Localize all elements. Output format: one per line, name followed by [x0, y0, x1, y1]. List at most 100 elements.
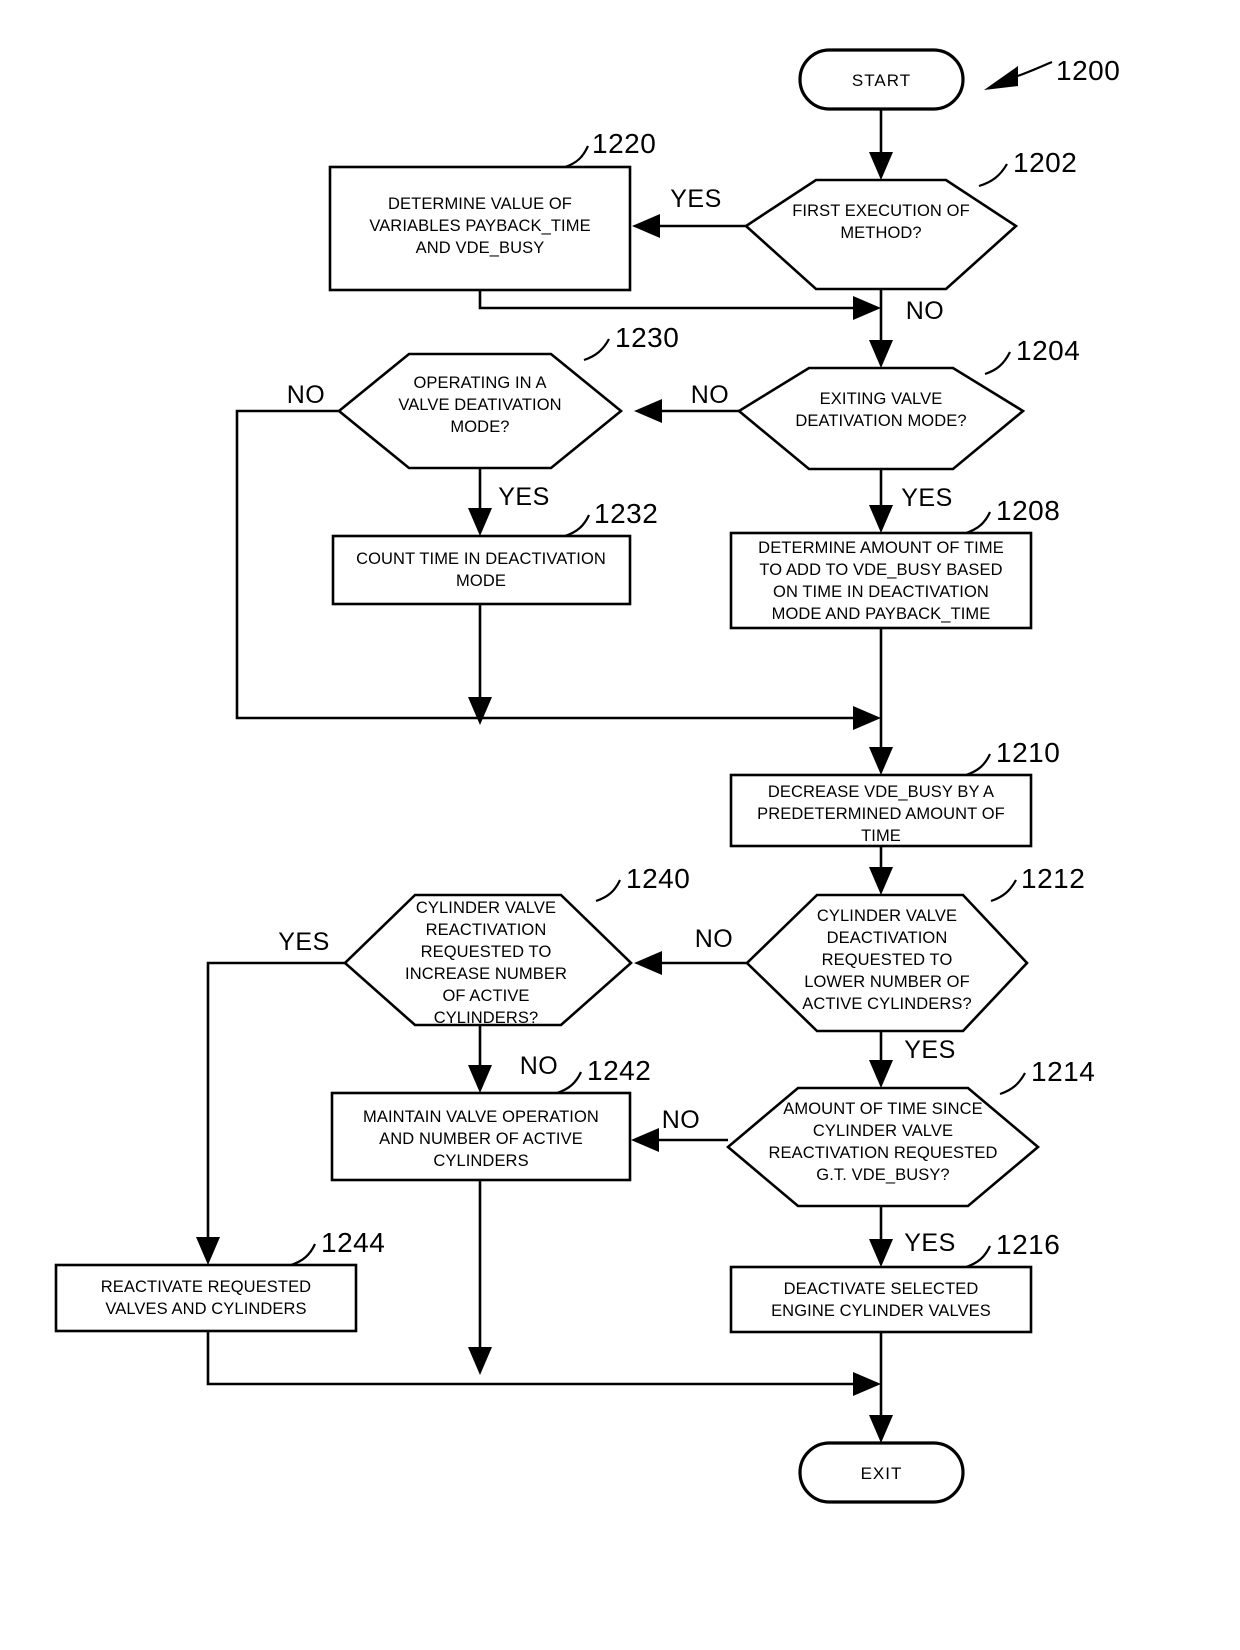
arrowhead-1230-yes	[468, 508, 492, 536]
arrowhead-1244-to-trunk	[853, 1372, 881, 1396]
node-1212-line-1: DEACTIVATION	[827, 929, 948, 947]
arrowhead-1210-to-1212	[869, 867, 893, 895]
arrowhead-1240-yes	[196, 1237, 220, 1265]
node-1244-line-1: VALVES AND CYLINDERS	[105, 1300, 306, 1318]
node-1204-line-0: EXITING VALVE	[820, 390, 943, 408]
branch-label-1240-yes: YES	[278, 928, 330, 956]
node-1220-line-0: DETERMINE VALUE OF	[388, 195, 572, 213]
ref-label-1230: 1230	[615, 322, 679, 353]
terminal-start-label: START	[852, 71, 911, 90]
node-1216-line-1: ENGINE CYLINDER VALVES	[771, 1302, 991, 1320]
arrowhead-1208-to-1210	[869, 747, 893, 775]
node-1220-line-1: VARIABLES PAYBACK_TIME	[369, 217, 590, 235]
node-1216-line-0: DEACTIVATE SELECTED	[784, 1280, 979, 1298]
arrowhead-1230-no-trunk	[853, 706, 881, 730]
node-1232-line-0: COUNT TIME IN DEACTIVATION	[356, 550, 606, 568]
node-1214-line-2: REACTIVATION REQUESTED	[769, 1144, 998, 1162]
leader-1232	[564, 514, 591, 538]
leader-1210	[965, 753, 992, 777]
arrowhead-1216-to-exit	[869, 1415, 893, 1443]
node-1202-line-0: FIRST EXECUTION OF	[792, 202, 970, 220]
node-1214-line-0: AMOUNT OF TIME SINCE	[783, 1100, 982, 1118]
branch-label-1212-no: NO	[695, 925, 734, 953]
node-1212-line-3: LOWER NUMBER OF	[804, 973, 970, 991]
leader-1230	[583, 338, 610, 362]
node-1240-line-4: OF ACTIVE	[442, 987, 529, 1005]
leader-1202	[978, 163, 1008, 188]
branch-label-1230-yes: YES	[498, 483, 550, 511]
arrowhead-1220-to-trunk	[853, 296, 881, 320]
connector-1220-to-trunk	[478, 290, 866, 310]
node-1212-line-0: CYLINDER VALVE	[817, 907, 957, 925]
node-1232-shape	[331, 534, 632, 606]
arrowhead-1214-no	[631, 1128, 659, 1152]
node-1204-line-1: DEATIVATION MODE?	[795, 412, 966, 430]
leader-1208	[965, 511, 992, 535]
leader-1212	[990, 879, 1017, 903]
node-1214-line-3: G.T. VDE_BUSY?	[816, 1166, 949, 1184]
branch-label-1204-no: NO	[691, 381, 730, 409]
node-1214-line-1: CYLINDER VALVE	[813, 1122, 953, 1140]
arrowhead-1240-no	[468, 1065, 492, 1093]
node-1244-shape	[54, 1263, 358, 1333]
node-1208-line-3: MODE AND PAYBACK_TIME	[772, 605, 991, 623]
branch-label-1230-no: NO	[287, 381, 326, 409]
ref-label-1212: 1212	[1021, 863, 1085, 894]
arrowhead-1202-yes	[632, 214, 660, 238]
node-1230-line-0: OPERATING IN A	[413, 374, 546, 392]
ref-label-1202: 1202	[1013, 147, 1077, 178]
node-1240-line-1: REACTIVATION	[426, 921, 547, 939]
branch-label-1202-yes: YES	[670, 185, 722, 213]
branch-label-1204-yes: YES	[901, 484, 953, 512]
ref-label-1204: 1204	[1016, 335, 1080, 366]
node-1210-line-0: DECREASE VDE_BUSY BY A	[768, 783, 994, 801]
arrowhead-1214-yes	[869, 1239, 893, 1267]
node-1242-line-0: MAINTAIN VALVE OPERATION	[363, 1108, 599, 1126]
connector-1244-to-trunk	[206, 1331, 866, 1386]
node-1240-line-2: REQUESTED TO	[421, 943, 552, 961]
leader-1240	[595, 879, 622, 903]
arrowhead-1212-no	[634, 951, 662, 975]
node-1210-line-1: PREDETERMINED AMOUNT OF	[757, 805, 1005, 823]
branch-label-1214-no: NO	[662, 1106, 701, 1134]
arrowhead-1212-yes	[869, 1060, 893, 1088]
arrowhead-1204-yes	[869, 505, 893, 533]
leader-1214	[999, 1072, 1026, 1096]
leader-1204	[984, 351, 1011, 376]
node-1216-shape	[729, 1265, 1033, 1334]
leader-1242	[556, 1071, 583, 1095]
ref-label-1232: 1232	[594, 498, 658, 529]
ref-label-1220: 1220	[592, 128, 656, 159]
leader-1216	[965, 1245, 992, 1269]
node-1212-line-4: ACTIVE CYLINDERS?	[802, 995, 972, 1013]
branch-label-1214-yes: YES	[904, 1229, 956, 1257]
node-1220-line-2: AND VDE_BUSY	[416, 239, 545, 257]
node-1210-line-2: TIME	[861, 827, 901, 845]
node-1212-line-2: REQUESTED TO	[822, 951, 953, 969]
flowchart-canvas: START FIRST EXECUTION OF METHOD? 1202 DE…	[54, 48, 1120, 1504]
node-1240-line-5: CYLINDERS?	[434, 1009, 539, 1027]
node-1232-line-1: MODE	[456, 572, 506, 590]
ref-label-1242: 1242	[587, 1055, 651, 1086]
terminal-exit-label: EXIT	[861, 1464, 903, 1483]
ref-label-1208: 1208	[996, 495, 1060, 526]
node-1230-line-2: MODE?	[450, 418, 509, 436]
ref-label-1240: 1240	[626, 863, 690, 894]
arrowhead-1202-no	[869, 340, 893, 368]
node-1208-line-2: ON TIME IN DEACTIVATION	[773, 583, 989, 601]
ref-label-1200: 1200	[1056, 55, 1120, 86]
branch-label-1212-yes: YES	[904, 1036, 956, 1064]
arrowhead-1204-no	[634, 399, 662, 423]
node-1244-line-0: REACTIVATE REQUESTED	[101, 1278, 311, 1296]
flowchart-diagram: START FIRST EXECUTION OF METHOD? 1202 DE…	[0, 0, 1240, 1650]
ref-label-1210: 1210	[996, 737, 1060, 768]
ref-label-1244: 1244	[321, 1227, 385, 1258]
branch-label-1202-no: NO	[906, 297, 945, 325]
node-1230-line-1: VALVE DEATIVATION	[398, 396, 561, 414]
arrowhead-figure-1200	[984, 66, 1018, 90]
ref-label-1216: 1216	[996, 1229, 1060, 1260]
ref-label-1214: 1214	[1031, 1056, 1095, 1087]
node-1208-line-0: DETERMINE AMOUNT OF TIME	[758, 539, 1004, 557]
leader-1220	[564, 145, 590, 169]
branch-label-1240-no: NO	[520, 1052, 559, 1080]
